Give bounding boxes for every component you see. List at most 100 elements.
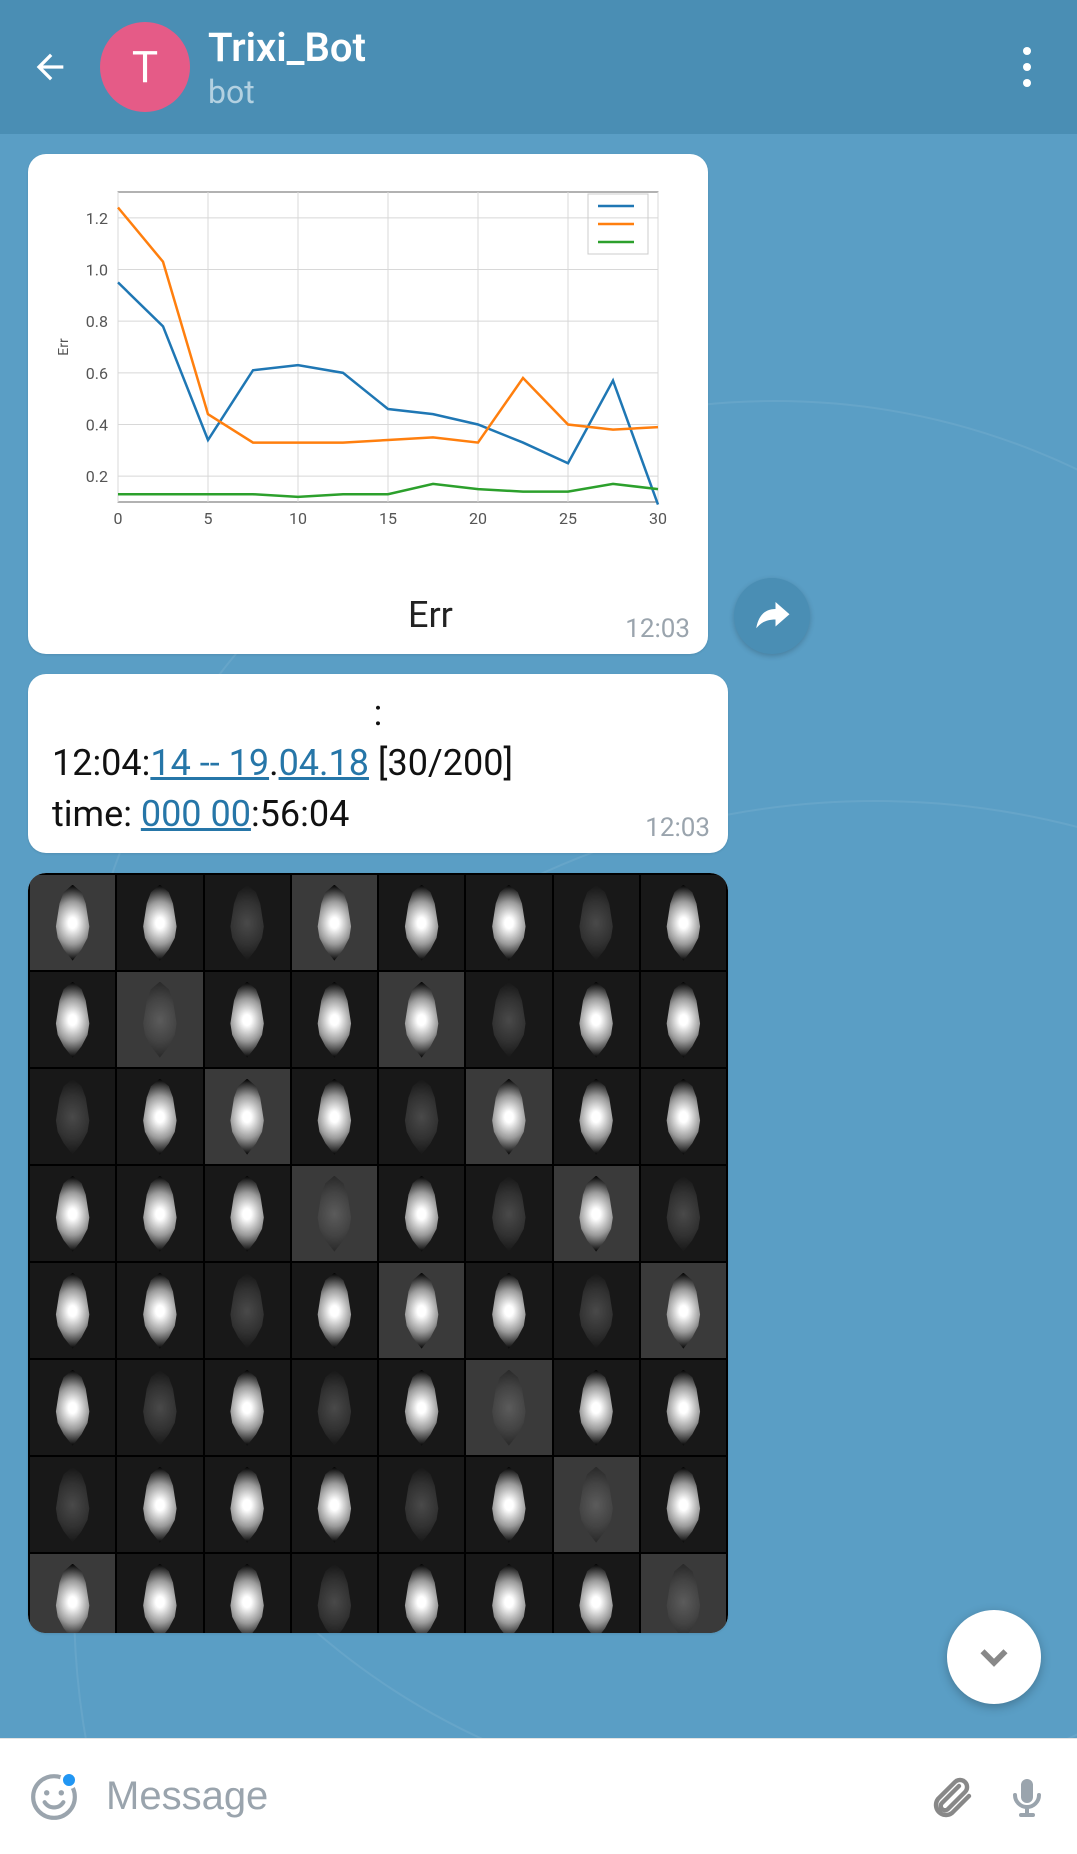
grid-cell [379, 1263, 464, 1358]
grid-cell [205, 1554, 290, 1633]
grid-cell [205, 1457, 290, 1552]
grid-cell [641, 875, 726, 970]
chart-message-bubble[interactable]: 0510152025300.20.40.60.81.01.2Err Err 12… [28, 154, 708, 654]
grid-cell [117, 972, 202, 1067]
svg-text:1.0: 1.0 [86, 261, 108, 280]
grid-cell [466, 972, 551, 1067]
grid-cell [117, 1263, 202, 1358]
grid-cell [205, 1360, 290, 1455]
grid-cell [117, 875, 202, 970]
link[interactable]: 14 -- 19 [150, 742, 269, 784]
chat-subtitle: bot [208, 73, 366, 111]
grid-cell [30, 1263, 115, 1358]
grid-cell [554, 1166, 639, 1261]
chat-area[interactable]: 0510152025300.20.40.60.81.01.2Err Err 12… [0, 134, 1077, 1738]
link[interactable]: 04.18 [279, 742, 369, 784]
grid-cell [205, 1166, 290, 1261]
grid-cell [466, 1069, 551, 1164]
chart-caption: Err [408, 594, 453, 636]
svg-text:10: 10 [289, 509, 307, 528]
grid-cell [30, 875, 115, 970]
grid-cell [205, 1263, 290, 1358]
grid-cell [292, 1360, 377, 1455]
message-time: 12:03 [625, 614, 690, 644]
grid-cell [554, 1554, 639, 1633]
message-input[interactable] [106, 1774, 903, 1819]
image-message-bubble[interactable] [28, 873, 728, 1633]
grid-cell [292, 972, 377, 1067]
message-row [28, 873, 1049, 1633]
grid-cell [30, 1554, 115, 1633]
grid-cell [379, 1166, 464, 1261]
svg-text:0.2: 0.2 [86, 467, 108, 486]
grid-cell [641, 1360, 726, 1455]
grid-cell [117, 1166, 202, 1261]
svg-text:0: 0 [114, 509, 123, 528]
grid-cell [117, 1554, 202, 1633]
grid-cell [641, 1069, 726, 1164]
avatar-initial: T [132, 41, 158, 93]
grid-cell [641, 1554, 726, 1633]
message-time: 12:03 [645, 813, 710, 843]
svg-text:Err: Err [56, 338, 72, 356]
line-chart: 0510152025300.20.40.60.81.01.2Err [46, 172, 690, 552]
svg-text:0.4: 0.4 [86, 416, 108, 435]
chart-container: 0510152025300.20.40.60.81.01.2Err [46, 172, 690, 552]
message-input-bar [0, 1738, 1077, 1854]
text-line-colon: : [52, 688, 704, 738]
image-grid [28, 873, 728, 1633]
avatar[interactable]: T [100, 22, 190, 112]
text-message-bubble[interactable]: : 12:04:14 -- 19.04.18 [30/200] time: 00… [28, 674, 728, 853]
kebab-dot-icon [1023, 63, 1031, 71]
grid-cell [466, 1457, 551, 1552]
grid-cell [205, 875, 290, 970]
grid-cell [641, 1457, 726, 1552]
more-options-button[interactable] [997, 37, 1057, 97]
grid-cell [466, 1263, 551, 1358]
chevron-down-icon [971, 1634, 1017, 1680]
scroll-to-bottom-button[interactable] [947, 1610, 1041, 1704]
grid-cell [292, 1069, 377, 1164]
grid-cell [117, 1360, 202, 1455]
grid-cell [292, 1457, 377, 1552]
notification-dot-icon [60, 1771, 78, 1789]
microphone-button[interactable] [999, 1769, 1055, 1825]
grid-cell [466, 1166, 551, 1261]
link[interactable]: 000 00 [141, 793, 251, 835]
attach-button[interactable] [923, 1769, 979, 1825]
svg-text:5: 5 [204, 509, 213, 528]
svg-text:0.8: 0.8 [86, 312, 108, 331]
emoji-button[interactable] [22, 1765, 86, 1829]
grid-cell [205, 1069, 290, 1164]
grid-cell [292, 875, 377, 970]
text-message-content: : 12:04:14 -- 19.04.18 [30/200] time: 00… [52, 688, 704, 839]
grid-cell [30, 1069, 115, 1164]
arrow-left-icon [30, 47, 70, 87]
back-button[interactable] [20, 37, 80, 97]
grid-cell [30, 1457, 115, 1552]
grid-cell [379, 1554, 464, 1633]
grid-cell [554, 1263, 639, 1358]
svg-text:0.6: 0.6 [86, 364, 108, 383]
kebab-dot-icon [1023, 79, 1031, 87]
kebab-dot-icon [1023, 47, 1031, 55]
grid-cell [466, 1360, 551, 1455]
grid-cell [554, 1360, 639, 1455]
grid-cell [292, 1166, 377, 1261]
grid-cell [117, 1457, 202, 1552]
svg-text:15: 15 [379, 509, 397, 528]
grid-cell [292, 1554, 377, 1633]
grid-cell [30, 972, 115, 1067]
grid-cell [379, 1360, 464, 1455]
grid-cell [466, 1554, 551, 1633]
share-arrow-icon [751, 595, 793, 637]
forward-button[interactable] [734, 578, 810, 654]
chat-header: T Trixi_Bot bot [0, 0, 1077, 134]
grid-cell [554, 972, 639, 1067]
grid-cell [379, 972, 464, 1067]
grid-cell [30, 1166, 115, 1261]
grid-cell [30, 1360, 115, 1455]
header-titles[interactable]: Trixi_Bot bot [208, 24, 366, 111]
grid-cell [554, 1069, 639, 1164]
grid-cell [466, 875, 551, 970]
